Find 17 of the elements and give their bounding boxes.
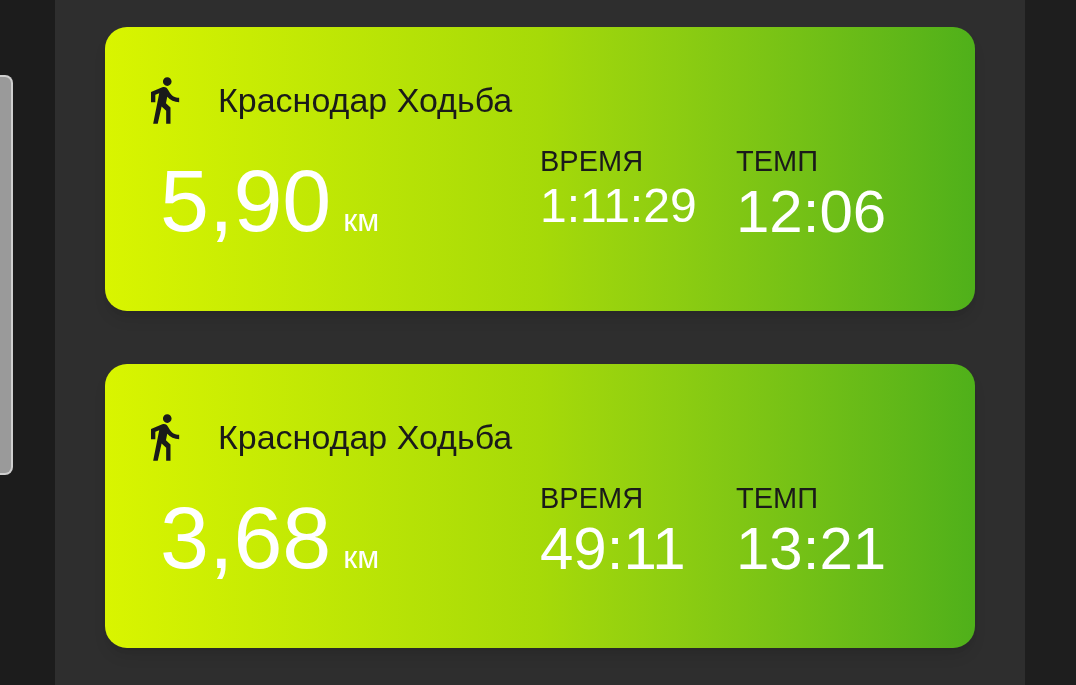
time-value: 49:11: [540, 519, 687, 579]
distance-value: 5,90: [160, 157, 332, 245]
activity-title: Краснодар Ходьба: [218, 420, 513, 454]
pace-value: 13:21: [736, 519, 887, 579]
pace-label: ТЕМП: [736, 147, 820, 176]
time-label: ВРЕМЯ: [540, 147, 645, 176]
time-value: 1:11:29: [540, 182, 698, 230]
pace-value: 12:06: [736, 182, 887, 242]
activity-card[interactable]: Краснодар Ходьба 5,90 км ВРЕМЯ 1:11:29 ТЕМП 12:06: [105, 27, 975, 311]
distance-unit: км: [343, 541, 380, 573]
activity-title: Краснодар Ходьба: [218, 83, 513, 117]
activity-card[interactable]: Краснодар Ходьба 3,68 км ВРЕМЯ 49:11 ТЕМП 13:21: [105, 364, 975, 648]
distance-value: 3,68: [160, 494, 332, 582]
distance-unit: км: [343, 204, 380, 236]
scroll-handle[interactable]: [0, 75, 13, 475]
pace-label: ТЕМП: [736, 484, 820, 513]
time-label: ВРЕМЯ: [540, 484, 645, 513]
